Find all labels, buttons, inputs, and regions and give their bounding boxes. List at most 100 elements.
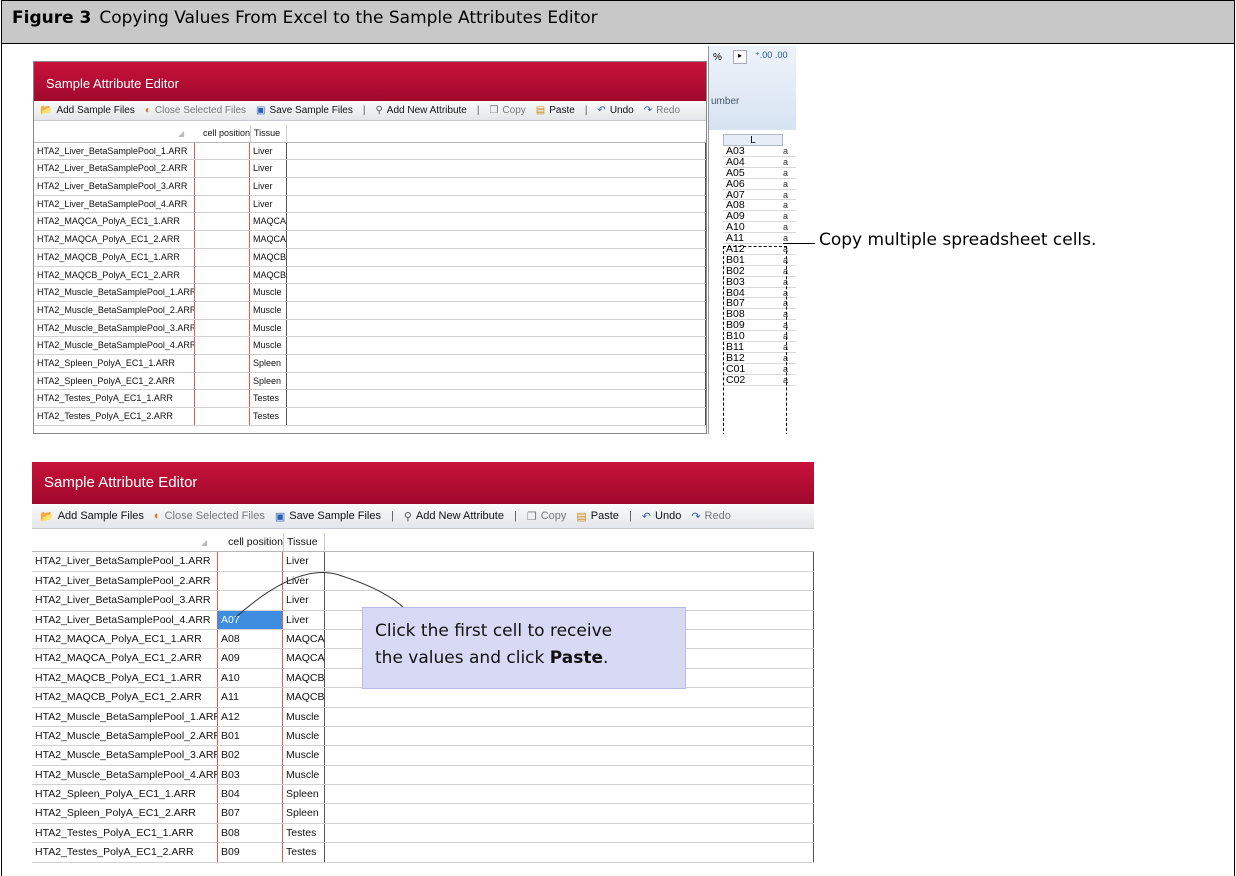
column-header-cell-position[interactable]: cell position [186, 125, 252, 142]
empty-cell[interactable] [325, 571, 814, 591]
tissue-cell[interactable]: Muscle [283, 765, 325, 785]
add-sample-files-button[interactable]: 📂 Add Sample Files [40, 105, 135, 116]
empty-cell[interactable] [325, 823, 814, 843]
cell-position-cell[interactable] [194, 354, 250, 372]
empty-cell[interactable] [325, 843, 814, 862]
cell-position-cell[interactable]: B02 [217, 746, 283, 765]
empty-cell[interactable] [325, 804, 814, 823]
file-name-cell[interactable]: HTA2_MAQCA_PolyA_EC1_1.ARR [34, 213, 194, 230]
cell-position-cell[interactable]: A07 [217, 610, 283, 629]
file-name-cell[interactable]: HTA2_MAQCA_PolyA_EC1_1.ARR [32, 630, 217, 648]
file-name-cell[interactable]: HTA2_Spleen_PolyA_EC1_2.ARR [32, 804, 217, 822]
increase-decimal-icon[interactable]: ⁺.00 [755, 50, 772, 61]
empty-cell[interactable] [287, 319, 706, 337]
empty-cell[interactable] [325, 552, 814, 571]
empty-cell[interactable] [287, 178, 706, 195]
tissue-cell[interactable]: Liver [283, 610, 325, 629]
dropdown-icon[interactable]: ▸ [733, 50, 747, 64]
file-name-cell[interactable]: HTA2_Liver_BetaSamplePool_4.ARR [34, 196, 194, 213]
file-name-cell[interactable]: HTA2_Spleen_PolyA_EC1_1.ARR [32, 785, 217, 803]
file-name-cell[interactable]: HTA2_Muscle_BetaSamplePool_4.ARR [34, 337, 194, 354]
file-name-cell[interactable]: HTA2_Liver_BetaSamplePool_2.ARR [34, 160, 194, 177]
file-name-cell[interactable]: HTA2_MAQCB_PolyA_EC1_2.ARR [34, 267, 194, 284]
file-name-cell[interactable]: HTA2_MAQCB_PolyA_EC1_1.ARR [34, 249, 194, 266]
cell-position-cell[interactable]: A12 [217, 707, 283, 726]
tissue-cell[interactable]: Spleen [250, 372, 287, 390]
close-selected-files-button[interactable]: ◐ Close Selected Files [154, 510, 265, 522]
tissue-cell[interactable]: Testes [283, 823, 325, 843]
empty-cell[interactable] [287, 390, 706, 407]
save-sample-files-button[interactable]: ▣ Save Sample Files [275, 510, 381, 523]
file-name-cell[interactable]: HTA2_Liver_BetaSamplePool_1.ARR [34, 143, 194, 160]
file-name-cell[interactable]: HTA2_Spleen_PolyA_EC1_1.ARR [34, 355, 194, 372]
cell-position-cell[interactable] [194, 213, 250, 231]
file-name-cell[interactable]: HTA2_Liver_BetaSamplePool_3.ARR [34, 178, 194, 195]
tissue-cell[interactable]: Muscle [283, 707, 325, 726]
cell-position-cell[interactable]: A09 [217, 649, 283, 668]
ribbon-percent[interactable]: % [713, 52, 722, 63]
file-name-cell[interactable]: HTA2_Muscle_BetaSamplePool_3.ARR [34, 320, 194, 337]
empty-cell[interactable] [287, 248, 706, 266]
file-name-cell[interactable]: HTA2_Liver_BetaSamplePool_2.ARR [32, 572, 217, 590]
empty-cell[interactable] [287, 142, 706, 160]
empty-cell[interactable] [287, 301, 706, 319]
cell-position-cell[interactable] [194, 178, 250, 195]
file-name-cell[interactable]: HTA2_Testes_PolyA_EC1_2.ARR [32, 843, 217, 861]
cell-position-cell[interactable]: B01 [217, 726, 283, 746]
column-header-tissue[interactable]: Tissue [283, 533, 325, 552]
copy-button[interactable]: ❐ Copy [527, 510, 567, 523]
empty-cell[interactable] [287, 354, 706, 372]
decrease-decimal-icon[interactable]: .00 [775, 50, 788, 60]
copy-button[interactable]: ❐ Copy [489, 105, 525, 116]
undo-button[interactable]: ↶ Undo [597, 105, 633, 116]
tissue-cell[interactable]: MAQCB [250, 266, 287, 284]
empty-cell[interactable] [325, 765, 814, 785]
tissue-cell[interactable]: Muscle [250, 284, 287, 301]
tissue-cell[interactable]: Spleen [283, 785, 325, 804]
cell-position-cell[interactable] [194, 337, 250, 354]
cell-position-cell[interactable] [217, 571, 283, 591]
column-header-tissue[interactable]: Tissue [250, 125, 287, 142]
tissue-cell[interactable]: Muscle [283, 726, 325, 746]
cell-position-cell[interactable] [217, 552, 283, 571]
cell-position-cell[interactable]: B07 [217, 804, 283, 823]
column-header-cell-position[interactable]: cell position [209, 533, 285, 551]
tissue-cell[interactable]: Muscle [283, 746, 325, 765]
cell-position-cell[interactable] [194, 390, 250, 407]
save-sample-files-button[interactable]: ▣ Save Sample Files [256, 105, 353, 116]
cell-position-cell[interactable]: A10 [217, 668, 283, 688]
tissue-cell[interactable]: MAQCB [283, 688, 325, 707]
close-selected-files-button[interactable]: ◐ Close Selected Files [145, 105, 246, 116]
cell-position-cell[interactable]: A11 [217, 688, 283, 707]
tissue-cell[interactable]: Liver [250, 178, 287, 195]
cell-position-cell[interactable] [194, 195, 250, 213]
cell-position-cell[interactable]: A08 [217, 629, 283, 649]
file-name-cell[interactable]: HTA2_Testes_PolyA_EC1_1.ARR [32, 824, 217, 842]
file-name-cell[interactable]: HTA2_Muscle_BetaSamplePool_3.ARR [32, 746, 217, 764]
excel-cell[interactable]: B03 [723, 276, 796, 288]
empty-cell[interactable] [287, 284, 706, 301]
tissue-cell[interactable]: MAQCA [250, 213, 287, 231]
tissue-cell[interactable]: MAQCA [283, 649, 325, 668]
empty-cell[interactable] [325, 707, 814, 726]
file-name-cell[interactable]: HTA2_Testes_PolyA_EC1_1.ARR [34, 390, 194, 407]
tissue-cell[interactable]: Testes [283, 843, 325, 862]
cell-position-cell[interactable] [194, 284, 250, 301]
undo-button[interactable]: ↶ Undo [642, 510, 682, 523]
empty-cell[interactable] [287, 160, 706, 178]
add-new-attribute-button[interactable]: ⚲ Add New Attribute [375, 105, 466, 116]
add-new-attribute-button[interactable]: ⚲ Add New Attribute [404, 510, 504, 523]
empty-cell[interactable] [287, 213, 706, 231]
empty-cell[interactable] [287, 195, 706, 213]
empty-cell[interactable] [325, 785, 814, 804]
empty-cell[interactable] [287, 266, 706, 284]
file-name-cell[interactable]: HTA2_MAQCA_PolyA_EC1_2.ARR [34, 231, 194, 248]
cell-position-cell[interactable] [194, 319, 250, 337]
paste-button[interactable]: ▤ Paste [576, 510, 619, 523]
tissue-cell[interactable]: Muscle [250, 337, 287, 354]
tissue-cell[interactable]: Liver [250, 160, 287, 178]
empty-cell[interactable] [287, 408, 706, 425]
empty-cell[interactable] [287, 372, 706, 390]
cell-position-cell[interactable]: B09 [217, 843, 283, 862]
cell-position-cell[interactable]: B04 [217, 785, 283, 804]
